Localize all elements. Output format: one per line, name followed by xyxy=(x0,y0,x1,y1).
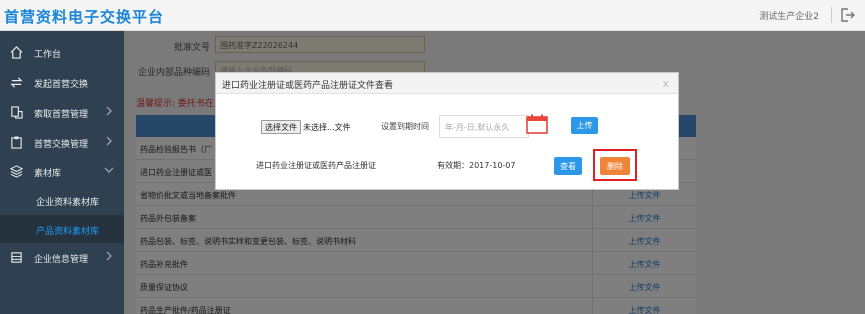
sidebar-item-start-exchange[interactable]: 发起首营交换 xyxy=(0,69,124,97)
dialog-header: 进口药业注册证或医药产品注册证文件查看 x xyxy=(216,73,678,94)
sidebar-item-material-library[interactable]: 素材库 xyxy=(0,158,124,186)
sidebar-item-label: 首营交换管理 xyxy=(34,140,89,150)
upload-button[interactable]: 上传 xyxy=(571,117,598,134)
sidebar-item-label: 素材库 xyxy=(34,169,62,179)
sidebar-item-label: 发起首营交换 xyxy=(34,80,89,90)
validity-date-text: 有效期：2017-10-07 xyxy=(437,161,516,170)
sidebar-item-label: 索取首营管理 xyxy=(34,110,89,120)
home-icon xyxy=(10,46,23,59)
clipboard-icon xyxy=(11,136,22,149)
layers-icon xyxy=(10,165,23,178)
sidebar-item-label: 企业信息管理 xyxy=(34,255,89,265)
calendar-icon[interactable] xyxy=(526,114,548,134)
sidebar-item-label: 工作台 xyxy=(34,50,62,60)
app-title: 首营资料电子交换平台 xyxy=(4,8,165,26)
expiry-date-label: 设置到期时间 xyxy=(381,122,429,131)
current-user-name[interactable]: 测试生产企业2 xyxy=(759,9,819,22)
logout-icon[interactable] xyxy=(839,7,855,23)
dialog-title: 进口药业注册证或医药产品注册证文件查看 xyxy=(222,81,394,91)
sidebar-subitem-label: 企业资料素材库 xyxy=(36,198,100,208)
file-view-dialog: 进口药业注册证或医药产品注册证文件查看 x 选择文件 未选择...文件 设置到期… xyxy=(215,72,679,190)
close-icon[interactable]: x xyxy=(662,77,669,90)
sidebar-item-request-management[interactable]: 索取首营管理 xyxy=(0,99,124,127)
sidebar-item-exchange-management[interactable]: 首营交换管理 xyxy=(0,129,124,157)
sidebar-subitem-company-materials[interactable]: 企业资料素材库 xyxy=(0,186,124,214)
header-divider xyxy=(831,7,832,23)
sidebar-item-dashboard[interactable]: 工作台 xyxy=(0,39,124,67)
chevron-right-icon xyxy=(106,106,112,116)
sidebar-item-company-info[interactable]: 企业信息管理 xyxy=(0,244,124,272)
no-file-selected-text: 未选择...文件 xyxy=(303,123,351,132)
chevron-down-icon xyxy=(104,167,114,173)
view-button[interactable]: 查看 xyxy=(554,157,582,175)
building-icon xyxy=(11,252,22,263)
delete-button[interactable]: 删除 xyxy=(600,157,630,175)
document-name: 进口药业注册证或医药产品注册证 xyxy=(256,161,376,170)
exchange-icon xyxy=(10,77,23,88)
choose-file-button[interactable]: 选择文件 xyxy=(261,120,301,134)
sidebar: 工作台 发起首营交换 索取首营管理 首营交换管理 素材库 企业资料素材库 产品资… xyxy=(0,31,124,314)
top-header: 首营资料电子交换平台 测试生产企业2 xyxy=(0,0,865,31)
chevron-right-icon xyxy=(106,136,112,146)
sidebar-subitem-product-materials[interactable]: 产品资料素材库 xyxy=(0,215,124,243)
expiry-date-input[interactable]: 年-月-日,默认永久 xyxy=(439,115,529,138)
chevron-right-icon xyxy=(106,251,112,261)
sidebar-subitem-label: 产品资料素材库 xyxy=(36,227,100,237)
request-icon xyxy=(11,106,23,119)
